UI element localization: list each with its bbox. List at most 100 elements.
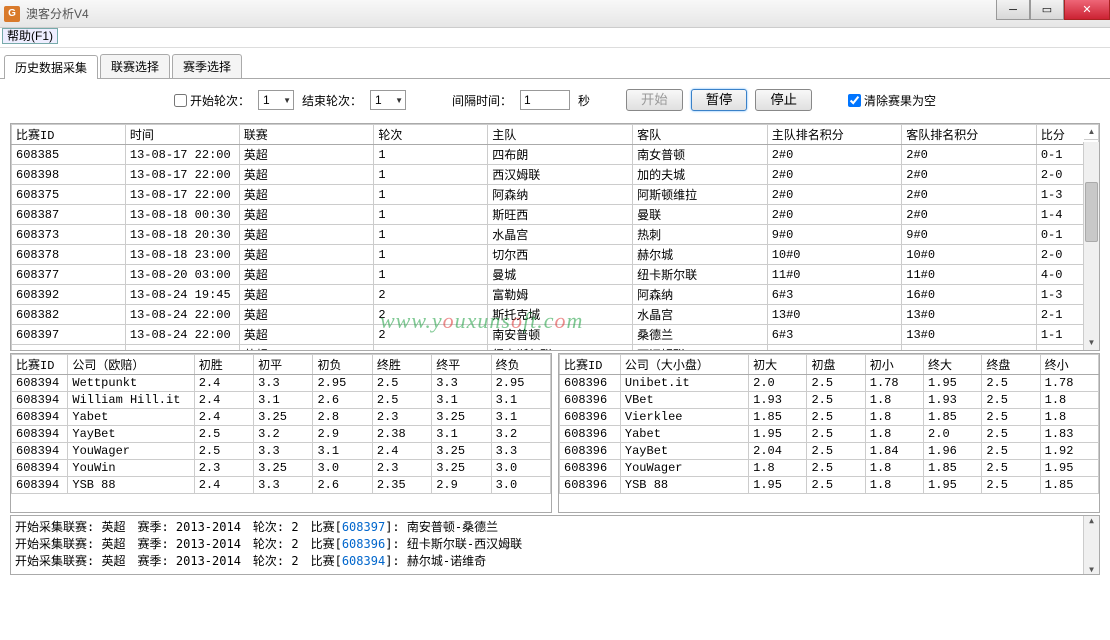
cell: 2.5 <box>807 477 865 494</box>
cell: 2.5 <box>982 460 1040 477</box>
table-row[interactable]: 608396Vierklee1.852.51.81.852.51.8 <box>560 409 1099 426</box>
col-header[interactable]: 初小 <box>865 355 923 375</box>
col-header[interactable]: 终大 <box>924 355 982 375</box>
start-button[interactable]: 开始 <box>626 89 683 111</box>
scroll-up-icon[interactable]: ▲ <box>1084 124 1099 140</box>
col-header[interactable]: 客队排名积分 <box>902 125 1037 145</box>
scroll-down-icon[interactable]: ▼ <box>1084 334 1099 350</box>
col-header[interactable]: 轮次 <box>374 125 488 145</box>
controls-bar: 开始轮次： 1 结束轮次： 1 间隔时间： 1 秒 开始 暂停 停止 清除赛果为… <box>0 79 1110 121</box>
table-row[interactable]: 60838213-08-24 22:00英超2斯托克城水晶宫13#013#02-… <box>12 305 1099 325</box>
col-header[interactable]: 主队 <box>488 125 633 145</box>
scroll-up-icon[interactable]: ▲ <box>1084 516 1099 525</box>
match-id-link[interactable]: 608397 <box>342 520 385 534</box>
table-row[interactable]: 608394YouWin2.33.253.02.33.253.0 <box>12 460 551 477</box>
close-button[interactable]: ✕ <box>1064 0 1110 20</box>
cell: 608396 <box>560 409 621 426</box>
cell: 2.95 <box>491 375 550 392</box>
table-row[interactable]: 60837813-08-18 23:00英超1切尔西赫尔城10#010#02-0 <box>12 245 1099 265</box>
col-header[interactable]: 时间 <box>125 125 239 145</box>
table-row[interactable]: 60838513-08-17 22:00英超1四布朗南女普顿2#02#00-1 <box>12 145 1099 165</box>
clear-empty-check[interactable] <box>848 94 861 107</box>
col-header[interactable]: 初大 <box>749 355 807 375</box>
col-header[interactable]: 公司（欧赔） <box>68 355 194 375</box>
table-row[interactable]: 60837713-08-20 03:00英超1曼城纽卡斯尔联11#011#04-… <box>12 265 1099 285</box>
tab-season-select[interactable]: 赛季选择 <box>172 54 242 78</box>
table-row[interactable]: 608396YouWager1.82.51.81.852.51.95 <box>560 460 1099 477</box>
table-row[interactable]: 60839613-08-24 22:00英超2纽卡斯尔联西汉姆联20#04#30… <box>12 345 1099 352</box>
table-row[interactable]: 608394William Hill.it2.43.12.62.53.13.1 <box>12 392 551 409</box>
cell: 608394 <box>12 375 68 392</box>
interval-input[interactable]: 1 <box>520 90 570 110</box>
table-row[interactable]: 608396VBet1.932.51.81.932.51.8 <box>560 392 1099 409</box>
table-row[interactable]: 608394YouWager2.53.33.12.43.253.3 <box>12 443 551 460</box>
minimize-button[interactable]: ─ <box>996 0 1030 20</box>
cell: 3.3 <box>491 443 550 460</box>
col-header[interactable]: 比赛ID <box>12 125 126 145</box>
cell: 10#0 <box>767 245 902 265</box>
col-header[interactable]: 比赛ID <box>12 355 68 375</box>
col-header[interactable]: 初胜 <box>194 355 253 375</box>
scroll-thumb[interactable] <box>1085 182 1098 242</box>
table-row[interactable]: 608394Yabet2.43.252.82.33.253.1 <box>12 409 551 426</box>
cell: 608394 <box>12 477 68 494</box>
table-row[interactable]: 608394Wettpunkt2.43.32.952.53.32.95 <box>12 375 551 392</box>
table-row[interactable]: 608394YSB 882.43.32.62.352.93.0 <box>12 477 551 494</box>
cell: 608394 <box>12 392 68 409</box>
cell: 英超 <box>239 265 374 285</box>
col-header[interactable]: 公司（大小盘） <box>620 355 748 375</box>
match-id-link[interactable]: 608396 <box>342 537 385 551</box>
table-row[interactable]: 60839713-08-24 22:00英超2南安普顿桑德兰6#313#01-1 <box>12 325 1099 345</box>
col-header[interactable]: 终平 <box>432 355 491 375</box>
start-round-check[interactable] <box>174 94 187 107</box>
cell: 英超 <box>239 325 374 345</box>
scroll-down-icon[interactable]: ▼ <box>1084 565 1099 574</box>
match-id-link[interactable]: 608394 <box>342 554 385 568</box>
col-header[interactable]: 终小 <box>1040 355 1098 375</box>
col-header[interactable]: 初负 <box>313 355 372 375</box>
tab-league-select[interactable]: 联赛选择 <box>100 54 170 78</box>
cell: 3.3 <box>432 375 491 392</box>
col-header[interactable]: 初盘 <box>807 355 865 375</box>
eu-odds-wrap: 比赛ID公司（欧赔）初胜初平初负终胜终平终负608394Wettpunkt2.4… <box>10 353 552 513</box>
stop-button[interactable]: 停止 <box>755 89 812 111</box>
main-scrollbar[interactable]: ▲ ▼ <box>1083 142 1099 350</box>
cell: 南女普顿 <box>633 145 768 165</box>
cell: 1 <box>374 205 488 225</box>
log-line: 开始采集联赛: 英超 赛季: 2013-2014 轮次: 2 比赛[608394… <box>15 552 1095 569</box>
log-scrollbar[interactable]: ▲ ▼ <box>1083 516 1099 574</box>
col-header[interactable]: 主队排名积分 <box>767 125 902 145</box>
table-row[interactable]: 608396YayBet2.042.51.841.962.51.92 <box>560 443 1099 460</box>
end-round-select[interactable]: 1 <box>370 90 406 110</box>
table-row[interactable]: 608396YSB 881.952.51.81.952.51.85 <box>560 477 1099 494</box>
tab-history-collect[interactable]: 历史数据采集 <box>4 55 98 79</box>
maximize-button[interactable]: ▭ <box>1030 0 1064 20</box>
eu-odds-grid[interactable]: 比赛ID公司（欧赔）初胜初平初负终胜终平终负608394Wettpunkt2.4… <box>11 354 551 494</box>
table-row[interactable]: 60839213-08-24 19:45英超2富勒姆阿森纳6#316#01-3 <box>12 285 1099 305</box>
col-header[interactable]: 终负 <box>491 355 550 375</box>
table-row[interactable]: 608394YayBet2.53.22.92.383.13.2 <box>12 426 551 443</box>
table-row[interactable]: 608396Yabet1.952.51.82.02.51.83 <box>560 426 1099 443</box>
table-row[interactable]: 60838713-08-18 00:30英超1斯旺西曼联2#02#01-4 <box>12 205 1099 225</box>
table-row[interactable]: 608396Unibet.it2.02.51.781.952.51.78 <box>560 375 1099 392</box>
main-grid[interactable]: 比赛ID时间联赛轮次主队客队主队排名积分客队排名积分比分60838513-08-… <box>11 124 1099 351</box>
col-header[interactable]: 初平 <box>254 355 313 375</box>
col-header[interactable]: 终盘 <box>982 355 1040 375</box>
cell: 2.3 <box>194 460 253 477</box>
table-row[interactable]: 60837513-08-17 22:00英超1阿森纳阿斯顿维拉2#02#01-3 <box>12 185 1099 205</box>
table-row[interactable]: 60837313-08-18 20:30英超1水晶宫热刺9#09#00-1 <box>12 225 1099 245</box>
clear-empty-group: 清除赛果为空 <box>848 92 936 109</box>
table-row[interactable]: 60839813-08-17 22:00英超1西汉姆联加的夫城2#02#02-0 <box>12 165 1099 185</box>
cell: 2.5 <box>372 392 431 409</box>
start-round-select[interactable]: 1 <box>258 90 294 110</box>
pause-button[interactable]: 暂停 <box>691 89 748 111</box>
cell: 16#0 <box>902 285 1037 305</box>
col-header[interactable]: 终胜 <box>372 355 431 375</box>
ou-odds-grid[interactable]: 比赛ID公司（大小盘）初大初盘初小终大终盘终小608396Unibet.it2.… <box>559 354 1099 494</box>
cell: 1.78 <box>1040 375 1098 392</box>
clear-empty-label: 清除赛果为空 <box>864 92 936 109</box>
col-header[interactable]: 客队 <box>633 125 768 145</box>
help-menu[interactable]: 帮助(F1) <box>2 28 58 44</box>
col-header[interactable]: 比赛ID <box>560 355 621 375</box>
col-header[interactable]: 联赛 <box>239 125 374 145</box>
